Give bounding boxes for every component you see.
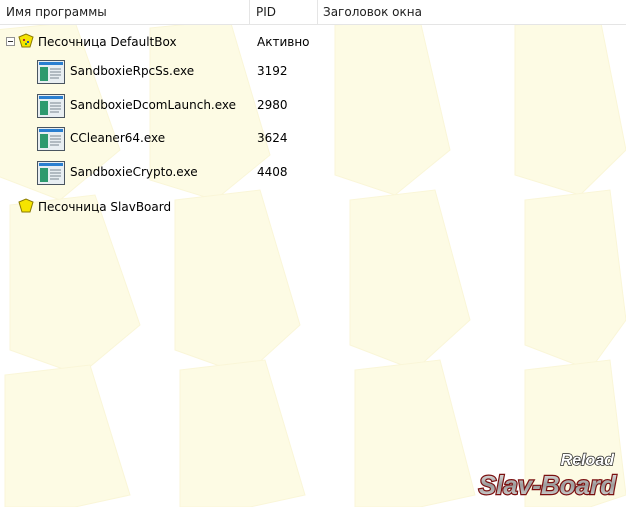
tree-row-sandbox-slavboard[interactable]: Песочница SlavBoard <box>0 198 626 220</box>
process-name: SandboxieCrypto.exe <box>70 165 198 179</box>
collapse-icon[interactable] <box>6 37 15 46</box>
sandbox-status: Активно <box>257 35 310 49</box>
exe-window-icon <box>37 127 65 151</box>
sandbox-active-icon <box>18 33 34 48</box>
process-pid: 3624 <box>257 131 288 145</box>
column-header-pid[interactable]: PID <box>250 0 317 24</box>
logo-reload-text: Reload <box>561 452 616 469</box>
tree-row-process[interactable]: SandboxieDcomLaunch.exe 2980 <box>0 94 626 118</box>
slav-board-reload-logo: Reload Slav-Board <box>478 451 619 501</box>
logo-slav-board-text: Slav-Board <box>479 470 617 500</box>
process-name: SandboxieDcomLaunch.exe <box>70 98 237 112</box>
sandbox-name: Песочница DefaultBox <box>38 35 177 49</box>
sandbox-icon <box>18 198 34 213</box>
sandboxie-control-window: Имя программы PID Заголовок окна Песочни… <box>0 0 626 507</box>
tree-row-process[interactable]: CCleaner64.exe 3624 <box>0 127 626 151</box>
sandbox-name: Песочница SlavBoard <box>38 200 172 214</box>
exe-window-icon <box>37 161 65 185</box>
process-pid: 3192 <box>257 64 288 78</box>
exe-window-icon <box>37 60 65 84</box>
process-pid: 2980 <box>257 98 288 112</box>
process-pid: 4408 <box>257 165 288 179</box>
column-header-window-title[interactable]: Заголовок окна <box>317 0 626 24</box>
tree-row-process[interactable]: SandboxieCrypto.exe 4408 <box>0 161 626 185</box>
tree-row-sandbox-defaultbox[interactable]: Песочница DefaultBox Активно <box>0 33 626 55</box>
process-name: SandboxieRpcSs.exe <box>70 64 195 78</box>
process-name: CCleaner64.exe <box>70 131 166 145</box>
column-header-bar: Имя программы PID Заголовок окна <box>0 0 626 25</box>
tree-row-process[interactable]: SandboxieRpcSs.exe 3192 <box>0 60 626 84</box>
column-header-program-name[interactable]: Имя программы <box>0 0 250 24</box>
exe-window-icon <box>37 94 65 118</box>
